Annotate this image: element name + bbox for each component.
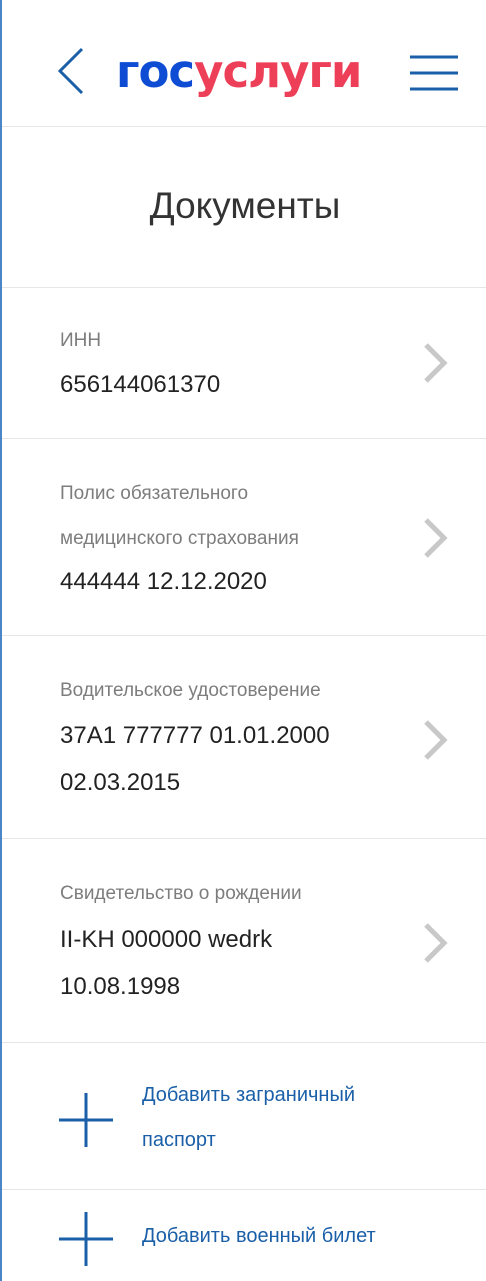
chevron-right-icon — [424, 343, 448, 383]
document-label: Свидетельство о рождении — [60, 883, 302, 904]
document-label: Полис обязательного — [60, 483, 249, 504]
logo-part-uslugi: услуги — [194, 45, 362, 98]
app-frame: госуслуги Документы ИНН 656144061370 Пол… — [0, 0, 486, 1281]
chevron-right-icon — [424, 518, 448, 558]
back-button[interactable] — [54, 45, 90, 97]
document-label: Водительское удостоверение — [60, 680, 321, 701]
menu-button[interactable] — [408, 52, 460, 94]
document-label: медицинского страхования — [60, 528, 299, 549]
plus-icon — [59, 1212, 113, 1266]
top-bar: госуслуги — [2, 0, 486, 127]
hamburger-menu-icon — [410, 55, 458, 91]
document-item-driver-license[interactable]: Водительское удостоверение 37A1 777777 0… — [2, 636, 486, 839]
document-value: 444444 12.12.2020 — [60, 568, 267, 595]
document-item-inn[interactable]: ИНН 656144061370 — [2, 288, 486, 439]
add-military-id-button[interactable]: Добавить военный билет — [2, 1190, 486, 1281]
document-value: 656144061370 — [60, 371, 221, 398]
chevron-right-icon — [424, 923, 448, 963]
document-value: 10.08.1998 — [60, 973, 181, 1000]
page-title-section: Документы — [2, 127, 486, 288]
document-value: II-KH 000000 wedrk — [60, 926, 273, 953]
gosuslugi-logo[interactable]: госуслуги — [116, 42, 362, 102]
add-action-label[interactable]: Добавить военный билет — [142, 1214, 376, 1258]
document-value: 02.03.2015 — [60, 769, 181, 796]
add-foreign-passport-button[interactable]: Добавить заграничный паспорт — [2, 1043, 486, 1190]
document-label: ИНН — [60, 330, 102, 351]
document-item-oms[interactable]: Полис обязательного медицинского страхов… — [2, 439, 486, 636]
add-action-label[interactable]: паспорт — [142, 1118, 216, 1162]
logo-part-gos: гос — [116, 45, 195, 98]
add-action-label[interactable]: Добавить заграничный — [142, 1073, 355, 1117]
document-item-birth-certificate[interactable]: Свидетельство о рождении II-KH 000000 we… — [2, 839, 486, 1043]
chevron-left-icon — [57, 47, 84, 95]
plus-icon — [59, 1093, 113, 1147]
chevron-right-icon — [424, 720, 448, 760]
page-title: Документы — [149, 185, 341, 226]
document-value: 37A1 777777 01.01.2000 — [60, 722, 330, 749]
